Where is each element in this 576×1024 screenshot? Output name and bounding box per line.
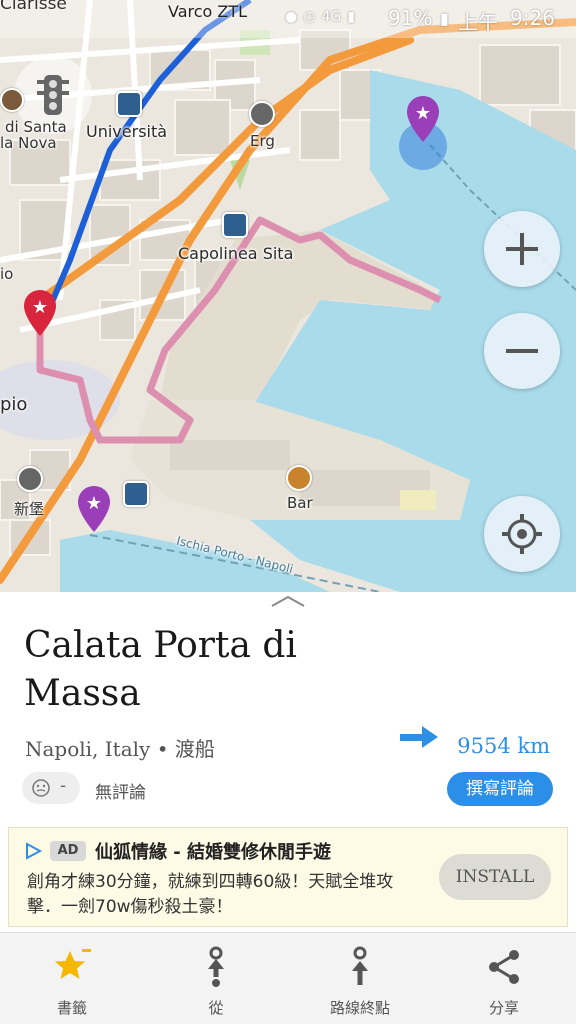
star-icon [55,949,91,979]
tab-share-label: 分享 [488,999,519,1017]
map-label-la-nova: la Nova [0,134,57,152]
castle-icon[interactable] [17,466,43,492]
church-icon[interactable] [0,88,24,112]
tab-bookmarks[interactable]: 書籤 [0,933,144,1024]
place-title: Calata Porta di Massa [24,625,297,714]
ad-banner[interactable]: AD 仙狐情緣 - 結婚雙修休閒手遊 創角才練30分鐘，就練到四轉60級！天賦全… [8,827,568,927]
bottom-action-bar: 書籤 從 路線終點 分享 [0,932,576,1024]
zoom-in-button[interactable] [484,211,560,287]
status-icons: ● ◷ 4G ▮ [285,9,355,25]
ad-badge: AD [50,841,86,861]
route-end-icon [352,946,368,985]
tab-route-end-label: 路線終點 [329,999,390,1017]
map-label-xinbao: 新堡 [14,500,45,518]
map-label-bar: Bar [287,494,313,512]
tab-share[interactable]: 分享 [432,933,576,1024]
status-ampm: 上午 [458,10,498,34]
install-button[interactable]: INSTALL [439,854,551,900]
bar-icon[interactable] [286,465,312,491]
share-icon [489,950,519,984]
svg-text:★: ★ [32,297,48,318]
status-bar: Clarisse Varco ZTL ● ◷ 4G ▮ 91% ▮ 上午 9:2… [0,0,576,38]
tab-from[interactable]: 從 [144,933,288,1024]
red-star-pin[interactable]: ★ [22,288,58,340]
status-map-label: Clarisse [0,0,67,14]
minus-icon [506,349,538,353]
purple-star-pin-selected[interactable]: ★ [405,94,441,146]
distance-text: 9554 km [457,734,550,758]
map-label-io: io [0,265,14,283]
direction-arrow-icon [400,726,438,748]
place-info-panel[interactable]: Calata Porta di Massa Napoli, Italy • 渡船… [0,592,576,932]
purple-star-pin-ferry[interactable]: ★ [76,484,112,536]
battery-icon: ▮ [440,9,449,28]
svg-text:★: ★ [86,493,102,514]
write-review-button[interactable]: 撰寫評論 [447,772,553,806]
route-start-icon [208,946,224,987]
tab-from-label: 從 [208,999,224,1017]
ad-title[interactable]: 仙狐情緣 - 結婚雙修休閒手遊 [95,838,331,864]
no-reviews-label: 無評論 [95,783,146,803]
rating-dash: - [60,776,67,796]
location-icon: ● [285,9,298,25]
place-subtitle: Napoli, Italy • 渡船 [25,737,215,761]
ad-play-icon [26,842,43,860]
map-label-pio: pio [0,394,28,415]
smiley-icon [32,779,50,797]
map-label-capolinea: Capolinea Sita [178,244,294,263]
svg-text:★: ★ [415,103,431,124]
ferry-terminal-icon[interactable] [123,481,149,507]
map-label-varco: Varco ZTL [168,2,248,21]
battery-percent: 91% [388,6,433,30]
signal-bars-icon: ▮ [347,9,355,25]
signal-4g-icon: 4G [321,9,342,25]
rating-pill[interactable]: - [22,772,80,804]
my-location-button[interactable] [484,496,560,572]
map-label-erg: Erg [250,132,275,150]
bus-stop-icon[interactable] [116,91,142,117]
tab-bookmarks-label: 書籤 [56,999,87,1017]
map-view[interactable]: Clarisse Varco ZTL ● ◷ 4G ▮ 91% ▮ 上午 9:2… [0,0,576,592]
chevron-up-icon[interactable] [268,592,308,610]
tab-route-end[interactable]: 路線終點 [288,933,432,1024]
crosshair-icon [502,514,542,554]
gas-station-icon[interactable] [249,101,275,127]
zoom-out-button[interactable] [484,313,560,389]
alarm-icon: ◷ [303,9,316,25]
bus-terminal-icon[interactable] [222,212,248,238]
ad-description: 創角才練30分鐘，就練到四轉60級！天賦全堆攻擊．一劍70w傷秒殺土豪！ [27,872,394,917]
map-label-universita: Università [86,122,168,141]
status-time: 9:26 [510,6,555,30]
plus-icon [506,233,538,265]
